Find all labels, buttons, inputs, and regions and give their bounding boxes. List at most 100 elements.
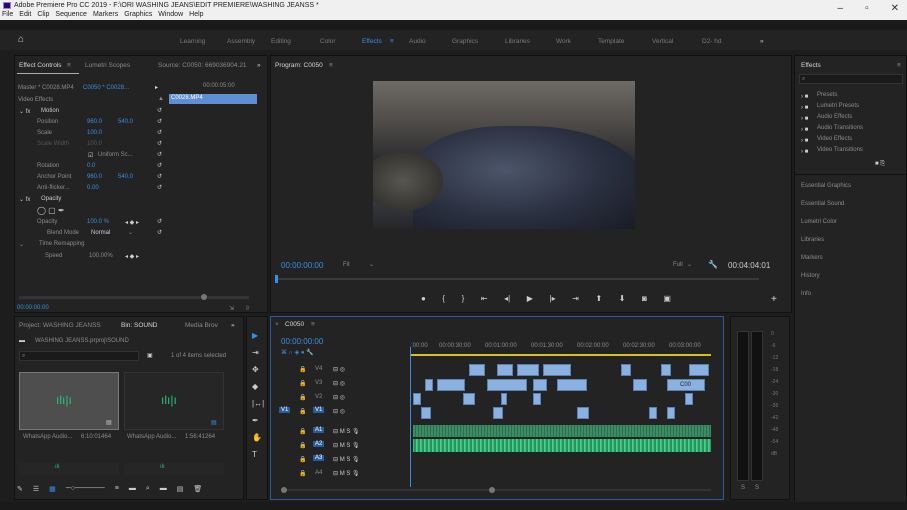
speed-keyframe-icon[interactable]: ◂ ◆ ▸	[125, 253, 139, 260]
lock-icon[interactable]: 🔒	[299, 428, 306, 435]
close-icon[interactable]: ✕	[891, 3, 899, 14]
menu-clip[interactable]: Clip	[37, 11, 49, 18]
section-history[interactable]: History	[801, 273, 820, 279]
timeline-clip[interactable]	[493, 407, 503, 419]
timeline-clip[interactable]	[487, 379, 527, 391]
master-clip[interactable]: Master * C0028.MP4	[18, 85, 74, 91]
selection-tool-icon[interactable]: ▶	[252, 331, 264, 340]
close-icon[interactable]: ×	[275, 321, 279, 328]
effects-title[interactable]: Effects	[801, 62, 821, 69]
play-icon[interactable]: ▶	[527, 294, 533, 308]
wrench-icon[interactable]: 🔧	[708, 260, 718, 269]
timeline-clip[interactable]	[413, 393, 421, 405]
solo-left-button[interactable]: S	[741, 485, 745, 491]
timeline-clip[interactable]	[469, 364, 485, 376]
sort-icon[interactable]: ≡	[115, 485, 119, 497]
sync-eye-icons[interactable]: ⊟ ◎	[333, 394, 345, 401]
timeline-scroll-handle[interactable]	[489, 487, 495, 493]
timeline-clip[interactable]	[689, 364, 709, 376]
track-select-icon[interactable]: ⇥	[252, 348, 264, 357]
timeline-clip[interactable]	[497, 364, 513, 376]
ws-editing[interactable]: Editing	[271, 38, 291, 45]
home-icon[interactable]: ⌂	[18, 34, 24, 45]
pen-tool-icon[interactable]: ✒	[252, 416, 264, 425]
tab-program-menu-icon[interactable]: ≡	[329, 62, 333, 69]
slip-tool-icon[interactable]: |↔|	[252, 399, 264, 408]
menu-edit[interactable]: Edit	[19, 11, 31, 18]
reset-icon[interactable]: ↺	[157, 173, 162, 180]
tab-project[interactable]: Project: WASHING JEANSS	[19, 322, 101, 329]
position-x[interactable]: 960.0	[87, 119, 102, 125]
ws-vertical[interactable]: Vertical	[652, 38, 673, 45]
ws-color[interactable]: Color	[320, 38, 336, 45]
sync-eye-icons[interactable]: ⊟ ◎	[333, 408, 345, 415]
lift-icon[interactable]: ⬆	[595, 294, 602, 308]
ws-overflow-icon[interactable]: »	[760, 38, 764, 45]
timeline-clip[interactable]	[621, 364, 631, 376]
media-thumb-1[interactable]: ılı|ı ▤	[19, 372, 119, 430]
icon-view-icon[interactable]: ▦	[49, 485, 56, 497]
effects-item-video-transitions[interactable]: Video Transitions	[817, 147, 863, 153]
menu-sequence[interactable]: Sequence	[55, 11, 87, 18]
go-to-out-icon[interactable]: ⇥	[572, 294, 579, 308]
menu-graphics[interactable]: Graphics	[124, 11, 152, 18]
type-tool-icon[interactable]: T	[252, 450, 264, 459]
tab-sequence[interactable]: C0050	[285, 321, 304, 328]
scale-value[interactable]: 100.0	[87, 130, 102, 136]
program-timeline-bar[interactable]	[277, 278, 759, 280]
track-header-v2[interactable]: 🔒 V2 ⊟ ◎	[277, 393, 403, 404]
timeline-ruler[interactable]: :00:00 00:00:30:00 00:01:00:00 00:01:30:…	[411, 341, 711, 356]
time-remap-expand-icon[interactable]: ⌄	[19, 241, 24, 248]
track-header-a1[interactable]: 🔒 A1 ⊟ M S 🎙	[277, 427, 403, 438]
program-playhead[interactable]	[275, 275, 278, 283]
ws-libraries[interactable]: Libraries	[505, 38, 530, 45]
ws-graphics[interactable]: Graphics	[452, 38, 478, 45]
new-bin-icon[interactable]: ▣	[147, 352, 153, 359]
track-header-a3[interactable]: 🔒 A3 ⊟ M S 🎙	[277, 455, 403, 466]
ws-work[interactable]: Work	[556, 38, 571, 45]
mute-solo-mic-icons[interactable]: ⊟ M S 🎙	[333, 470, 360, 477]
pencil-icon[interactable]: ✎	[17, 485, 23, 497]
track-header-v1[interactable]: V1 🔒 V1 ⊟ ◎	[277, 407, 403, 418]
speed-value[interactable]: 100.00%	[89, 253, 113, 259]
keyframe-nav-icon[interactable]: ◂ ◆ ▸	[125, 219, 139, 226]
timeline-clip[interactable]	[437, 379, 465, 391]
anchor-x[interactable]: 960.0	[87, 174, 102, 180]
section-lumetri-color[interactable]: Lumetri Color	[801, 219, 837, 225]
section-libraries[interactable]: Libraries	[801, 237, 824, 243]
camera-icon[interactable]: ◙	[642, 294, 647, 308]
ec-scroll-handle[interactable]	[201, 294, 207, 300]
timeline-clip[interactable]	[543, 364, 571, 376]
list-view-icon[interactable]: ☰	[33, 485, 39, 497]
tab-effect-controls-menu-icon[interactable]: ≡	[67, 62, 71, 69]
go-to-in-icon[interactable]: ⇤	[481, 294, 488, 308]
timeline-clip[interactable]	[517, 364, 539, 376]
export-icon[interactable]: ⇳	[245, 305, 250, 312]
ws-audio[interactable]: Audio	[409, 38, 426, 45]
solo-right-button[interactable]: S	[755, 485, 759, 491]
add-button-icon[interactable]: +	[771, 294, 777, 305]
collapse-icon[interactable]: ▲	[158, 96, 164, 102]
chevron-down-icon[interactable]: ⌄	[369, 261, 374, 268]
mute-solo-mic-icons[interactable]: ⊟ M S 🎙	[333, 442, 360, 449]
track-header-v3[interactable]: 🔒 V3 ⊟ ◎	[277, 379, 403, 390]
tab-bin-sound[interactable]: Bin: SOUND	[121, 322, 157, 329]
sync-eye-icons[interactable]: ⊟ ◎	[333, 380, 345, 387]
lock-icon[interactable]: 🔒	[299, 456, 306, 463]
quality-select[interactable]: Full	[673, 262, 683, 268]
menu-help[interactable]: Help	[189, 11, 203, 18]
lock-icon[interactable]: 🔒	[299, 470, 306, 477]
effects-item-lumetri-presets[interactable]: Lumetri Presets	[817, 103, 859, 109]
mask-tools-icon[interactable]: ◯ ▢ ✒	[37, 206, 65, 215]
media-thumb-3[interactable]: ılı	[19, 463, 119, 475]
fit-select[interactable]: Fit	[343, 262, 350, 268]
sequence-clip[interactable]: C0050 * C0028...	[83, 85, 129, 91]
menu-file[interactable]: File	[2, 11, 13, 18]
track-header-v4[interactable]: 🔒 V4 ⊟ ◎	[277, 365, 403, 376]
razor-tool-icon[interactable]: ◆	[252, 382, 264, 391]
position-y[interactable]: 540.0	[118, 119, 133, 125]
timeline-clip[interactable]: C00	[667, 379, 705, 391]
reset-icon[interactable]: ↺	[157, 107, 162, 114]
timeline-clip[interactable]	[661, 364, 671, 376]
maximize-icon[interactable]: ▫	[865, 3, 869, 14]
